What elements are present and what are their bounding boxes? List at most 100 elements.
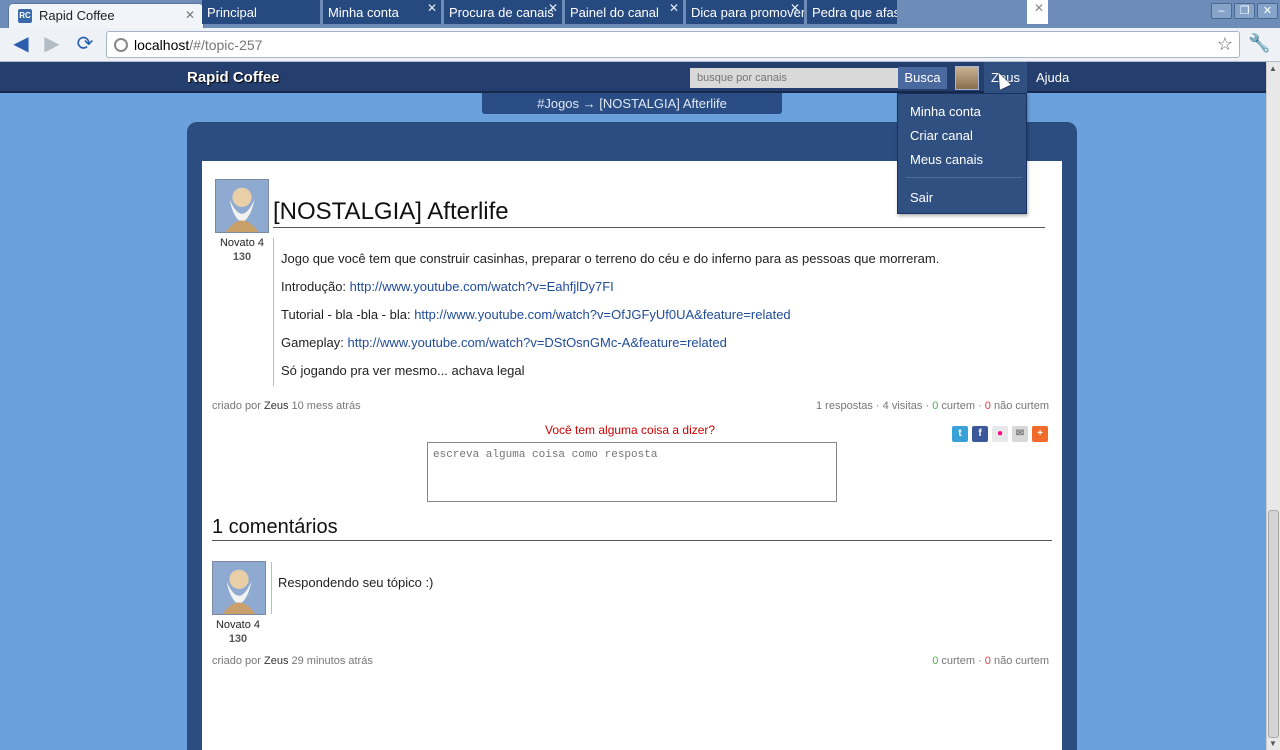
likes-label: curtem [941,400,975,412]
visits-count: 4 visitas [882,400,923,412]
address-text: localhost/#/topic-257 [134,37,263,53]
tab-label: Principal [207,5,257,20]
facebook-icon[interactable]: f [972,426,988,442]
comment-divider [271,562,272,614]
twitter-icon[interactable]: t [952,426,968,442]
maximize-icon[interactable]: ❐ [1234,3,1255,19]
topic-body-line: Gameplay: http://www.youtube.com/watch?v… [281,335,727,350]
zeus-portrait-icon [216,180,268,232]
dislikes-label: não curtem [993,655,1049,667]
site-header: Rapid Coffee Busca Zeus Ajuda [0,62,1266,93]
dislikes-count[interactable]: 0 [985,655,991,667]
flickr-icon[interactable]: ● [992,426,1008,442]
close-window-icon[interactable]: ✕ [1257,3,1278,19]
reply-textarea[interactable] [427,442,837,502]
close-tab-icon[interactable]: ✕ [185,8,195,22]
reply-prompt: Você tem alguma coisa a dizer? [545,423,716,437]
browser-tab-title: Rapid Coffee [39,8,115,23]
line-label: Gameplay: [281,335,344,350]
dislikes-count[interactable]: 0 [985,400,991,412]
page-scrollbar[interactable]: ▲ ▼ [1266,62,1280,750]
comment-meta: criado por Zeus 29 minutos atrás [212,655,373,667]
browser-toolbar: ◀ ▶ ⟳ localhost/#/topic-257 ☆ 🔧 [0,28,1280,62]
help-menu[interactable]: Ajuda [1036,70,1069,85]
close-tab-icon[interactable]: ✕ [669,1,679,15]
line-label: Tutorial - bla -bla - bla: [281,307,411,322]
browser-tab[interactable]: RC Rapid Coffee ✕ [8,3,204,28]
user-avatar[interactable] [955,66,979,90]
comment-author-avatar[interactable] [212,561,266,615]
share-icons: t f ● ✉ + [952,426,1048,442]
forward-icon[interactable]: ▶ [40,33,64,57]
menu-item-my-account[interactable]: Minha conta [910,104,981,119]
tab-pedra-que-afasta[interactable]: Pedra que afasta [807,0,897,24]
tab-principal[interactable]: Principal [202,0,320,24]
window-controls: – ❐ ✕ [1211,3,1278,19]
author-link[interactable]: Zeus [264,655,288,667]
youtube-link[interactable]: http://www.youtube.com/watch?v=OfJGFyUf0… [414,307,790,322]
menu-item-logout[interactable]: Sair [910,190,933,205]
likes-label: curtem [941,655,975,667]
close-tab-icon[interactable]: ✕ [427,1,437,15]
line-label: Introdução: [281,279,347,294]
scroll-down-icon[interactable]: ▼ [1269,739,1277,748]
tab-procura-de-canais[interactable]: Procura de canais ✕ [444,0,562,24]
created-by-label: criado por [212,655,261,667]
address-bar[interactable]: localhost/#/topic-257 ☆ [106,31,1240,58]
topic-meta: criado por Zeus 10 mess atrás [212,400,361,412]
user-dropdown-menu: Minha conta Criar canal Meus canais Sair [897,93,1027,214]
tab-label: Procura de canais [449,5,554,20]
menu-item-create-channel[interactable]: Criar canal [910,128,973,143]
tab-painel-do-canal[interactable]: Painel do canal ✕ [565,0,683,24]
likes-count[interactable]: 0 [932,400,938,412]
author-score: 130 [232,251,252,263]
wrench-icon[interactable]: 🔧 [1248,33,1270,54]
author-link[interactable]: Zeus [264,400,288,412]
tab-label: Pedra que afasta [812,5,897,20]
menu-divider [906,177,1022,178]
scroll-up-icon[interactable]: ▲ [1269,64,1277,73]
topic-body-intro: Jogo que você tem que construir casinhas… [281,251,940,266]
topic-body-line: Introdução: http://www.youtube.com/watch… [281,279,614,294]
comments-title: 1 comentários [212,516,338,538]
close-tab-icon[interactable]: ✕ [548,1,558,15]
tab-minha-conta[interactable]: Minha conta ✕ [323,0,441,24]
author-rank: Novato 4 [219,237,265,249]
dislikes-label: não curtem [993,400,1049,412]
title-divider [273,227,1045,228]
breadcrumb[interactable]: #Jogos → [NOSTALGIA] Afterlife [482,93,782,114]
email-icon[interactable]: ✉ [1012,426,1028,442]
created-by-label: criado por [212,400,261,412]
topic-body-line: Tutorial - bla -bla - bla: http://www.yo… [281,307,791,322]
close-tab-icon[interactable]: ✕ [1034,1,1044,15]
zeus-portrait-icon [213,562,265,614]
tab-dica-para-promover[interactable]: Dica para promover ✕ [686,0,804,24]
likes-count[interactable]: 0 [932,655,938,667]
close-tab-icon[interactable]: ✕ [790,1,800,15]
comment-author-rank: Novato 4 [215,619,261,631]
menu-item-my-channels[interactable]: Meus canais [910,152,983,167]
tab-current-topic[interactable]: ✕ [1027,0,1048,24]
topic-author-avatar[interactable] [215,179,269,233]
topic-title: [NOSTALGIA] Afterlife [273,198,509,225]
youtube-link[interactable]: http://www.youtube.com/watch?v=DStOsnGMc… [348,335,727,350]
tab-label: Dica para promover [691,5,804,20]
more-icon[interactable]: + [1032,426,1048,442]
site-logo[interactable]: Rapid Coffee [187,69,280,86]
minimize-icon[interactable]: – [1211,3,1232,19]
scroll-thumb[interactable] [1268,510,1279,738]
back-icon[interactable]: ◀ [9,33,33,57]
reload-icon[interactable]: ⟳ [73,33,97,57]
comment-stats: 0 curtem · 0 não curtem [932,655,1049,667]
globe-icon [114,38,128,52]
responses-count: 1 respostas [816,400,873,412]
post-divider [273,238,274,386]
comments-divider [212,540,1052,541]
search-button[interactable]: Busca [898,67,947,89]
comment-text: Respondendo seu tópico :) [278,575,434,590]
youtube-link[interactable]: http://www.youtube.com/watch?v=EahfjlDy7… [350,279,614,294]
bookmark-star-icon[interactable]: ☆ [1217,34,1233,55]
channel-search-input[interactable] [690,68,898,88]
tab-label: Painel do canal [570,5,659,20]
comment-author-score: 130 [228,633,248,645]
